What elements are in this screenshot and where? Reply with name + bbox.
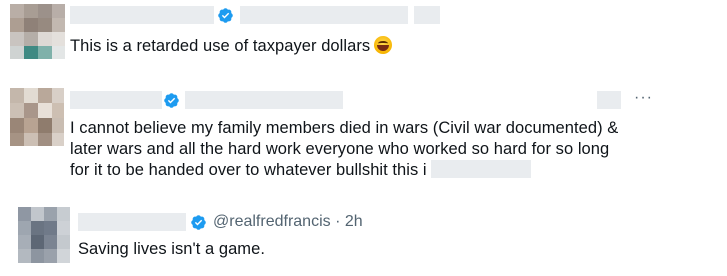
reply-text: I cannot believe my family members died … (70, 118, 618, 181)
handle-redacted[interactable] (185, 91, 343, 109)
reply-text-line-3-body: for it to be handed over to whatever bul… (70, 161, 427, 179)
display-name-redacted[interactable] (78, 213, 186, 231)
avatar-image (10, 4, 65, 59)
reply-card-2[interactable]: ··· I cannot believe my family members d… (0, 80, 727, 195)
avatar[interactable] (10, 88, 64, 146)
laughing-crying-emoji-icon (374, 36, 393, 54)
handle-and-time: @realfredfrancis · 2h (213, 213, 363, 231)
more-options-button[interactable]: ··· (634, 89, 653, 107)
meta-separator: · (335, 213, 341, 230)
reply-text: Saving lives isn't a game. (78, 240, 265, 258)
avatar-image (18, 207, 70, 263)
reply-text-line-2: later wars and all the hard work everyon… (70, 140, 610, 158)
avatar[interactable] (18, 207, 70, 263)
display-name-redacted[interactable] (70, 6, 214, 24)
reply-text-line-3: for it to be handed over to whatever bul… (70, 160, 618, 181)
timestamp-redacted[interactable] (597, 91, 621, 109)
reply-text-body: This is a retarded use of taxpayer dolla… (70, 37, 371, 55)
reply-card-1[interactable]: This is a retarded use of taxpayer dolla… (0, 0, 727, 80)
text-redacted (430, 160, 531, 178)
reply-text-line-1: I cannot believe my family members died … (70, 119, 619, 137)
timestamp-link[interactable]: 2h (345, 213, 363, 230)
display-name-redacted[interactable] (70, 91, 162, 109)
avatar[interactable] (10, 4, 65, 59)
avatar-image (10, 88, 64, 146)
verified-badge-icon (218, 8, 233, 23)
reply-text: This is a retarded use of taxpayer dolla… (70, 36, 393, 57)
handle-link[interactable]: @realfredfrancis (213, 213, 331, 230)
handle-redacted[interactable] (240, 6, 408, 24)
reply-card-3[interactable]: @realfredfrancis · 2h Saving lives isn't… (0, 195, 727, 276)
timestamp-redacted[interactable] (414, 6, 440, 24)
verified-badge-icon (191, 215, 206, 230)
verified-badge-icon (164, 93, 179, 108)
